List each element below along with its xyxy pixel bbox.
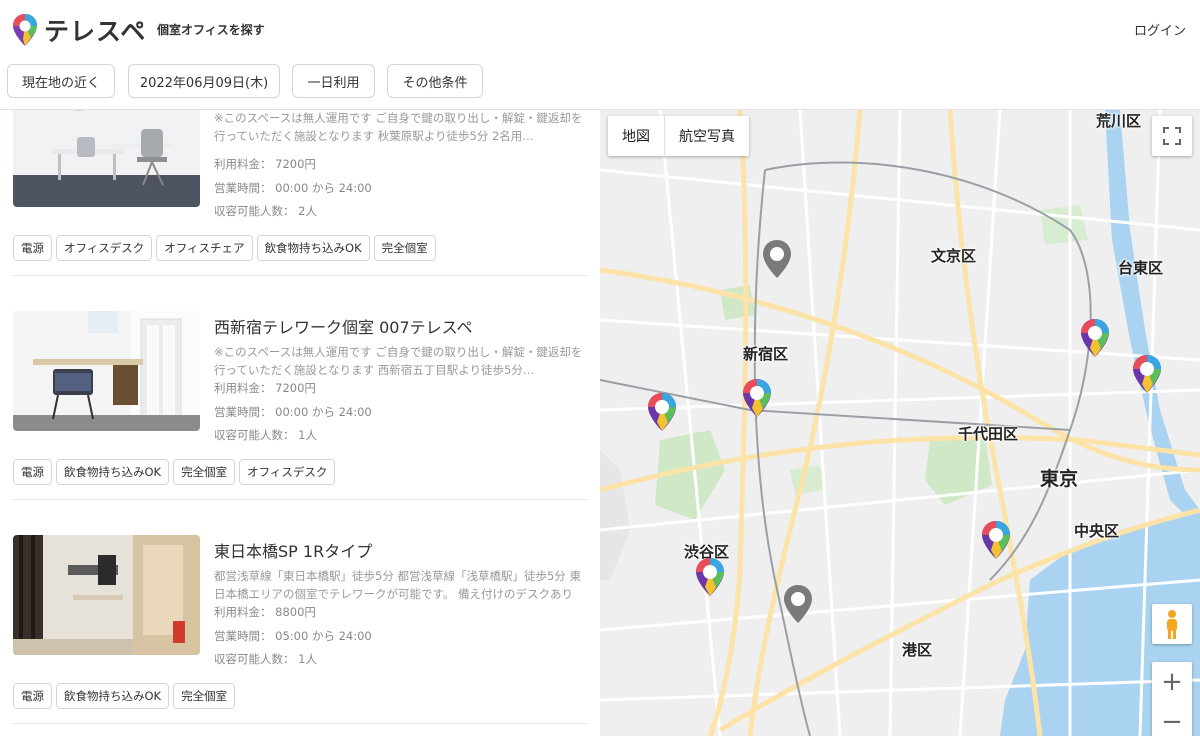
listing-price: 利用料金： 8800円 <box>214 605 316 619</box>
zoom-in-button[interactable]: + <box>1152 662 1192 702</box>
tag-private-room: 完全個室 <box>173 459 236 485</box>
office-map-pin[interactable] <box>742 378 772 418</box>
ward-label: 台東区 <box>1118 259 1164 277</box>
map[interactable]: 荒川区 文京区 台東区 新宿区 千代田区 東京 中央区 渋谷区 港区 地図 航空… <box>600 110 1200 736</box>
listing-title[interactable]: 東日本橋SP 1Rタイプ <box>214 538 372 562</box>
ward-label: 東京 <box>1040 468 1079 490</box>
listing-tags: 電源 飲食物持ち込みOK 完全個室 オフィスデスク <box>13 459 336 485</box>
listing-photo[interactable] <box>13 110 200 207</box>
listing-capacity: 収容可能人数： 1人 <box>214 652 317 666</box>
login-link[interactable]: ログイン <box>1134 20 1186 39</box>
listing-description: ※このスペースは無人運用です ご自身で鍵の取り出し・解錠・鍵返却を行っていただく… <box>214 111 583 143</box>
divider <box>13 499 587 500</box>
listing-photo[interactable] <box>13 535 200 655</box>
ward-label: 文京区 <box>931 247 977 265</box>
office-map-pin[interactable] <box>981 520 1011 560</box>
listing-photo[interactable] <box>13 311 200 431</box>
listing-hours: 営業時間： 05:00 から 24:00 <box>214 629 372 643</box>
tag-food-ok: 飲食物持ち込みOK <box>56 459 170 485</box>
zoom-out-button[interactable]: − <box>1152 702 1192 736</box>
other-conditions-button[interactable]: その他条件 <box>387 64 483 98</box>
find-private-office-link[interactable]: 個室オフィスを探す <box>157 21 265 38</box>
usage-filter-button[interactable]: 一日利用 <box>292 64 375 98</box>
office-map-pin[interactable] <box>1080 318 1110 358</box>
listing-description: 都営浅草線「東日本橋駅」徒歩5分 都営浅草線「浅草橋駅」徒歩5分 東日本橋エリア… <box>214 569 581 601</box>
office-map-pin[interactable] <box>695 557 725 597</box>
map-type-roadmap-button[interactable]: 地図 <box>608 116 664 156</box>
office-map-pin[interactable] <box>647 392 677 432</box>
logo[interactable]: テレスペ <box>12 12 146 48</box>
fullscreen-icon <box>1163 127 1181 145</box>
filter-bar: 現在地の近く 2022年06月09日(木) 一日利用 その他条件 <box>0 58 1200 110</box>
tag-food-ok: 飲食物持ち込みOK <box>256 235 370 261</box>
ward-label: 千代田区 <box>958 425 1019 443</box>
map-canvas[interactable] <box>600 110 1200 736</box>
gray-map-pin[interactable] <box>783 584 813 624</box>
fullscreen-button[interactable] <box>1152 116 1192 156</box>
tag-private-room: 完全個室 <box>373 235 436 261</box>
office-map-pin[interactable] <box>1132 354 1162 394</box>
listing-panel: ※このスペースは無人運用です ご自身で鍵の取り出し・解錠・鍵返却を行っていただく… <box>0 110 600 736</box>
tag-private-room: 完全個室 <box>173 683 236 709</box>
divider <box>13 275 587 276</box>
ward-label: 港区 <box>902 641 933 659</box>
ward-label: 新宿区 <box>743 345 789 363</box>
gray-map-pin[interactable] <box>762 239 792 279</box>
listing-hours: 営業時間： 00:00 から 24:00 <box>214 405 372 419</box>
listing-price: 利用料金： 7200円 <box>214 157 316 171</box>
listing-capacity: 収容可能人数： 1人 <box>214 428 317 442</box>
tag-power: 電源 <box>13 683 52 709</box>
nearby-filter-button[interactable]: 現在地の近く <box>7 64 115 98</box>
map-type-control: 地図 航空写真 <box>608 116 749 156</box>
logo-pin-icon <box>13 14 37 46</box>
tag-power: 電源 <box>13 235 52 261</box>
listing-price: 利用料金： 7200円 <box>214 381 316 395</box>
ward-label: 中央区 <box>1074 522 1120 540</box>
logo-text: テレスペ <box>44 17 147 46</box>
header: テレスペ 個室オフィスを探す ログイン <box>0 0 1200 58</box>
listing-capacity: 収容可能人数： 2人 <box>214 204 317 218</box>
ward-label: 荒川区 <box>1096 112 1142 130</box>
tag-office-chair: オフィスチェア <box>156 235 253 261</box>
listing-card[interactable]: 西新宿テレワーク個室 007テレスペ ※このスペースは無人運用です ご自身で鍵の… <box>13 300 587 500</box>
listing-card[interactable]: ※このスペースは無人運用です ご自身で鍵の取り出し・解錠・鍵返却を行っていただく… <box>13 110 587 276</box>
listing-hours: 営業時間： 00:00 から 24:00 <box>214 181 372 195</box>
listing-card[interactable]: 東日本橋SP 1Rタイプ 都営浅草線「東日本橋駅」徒歩5分 都営浅草線「浅草橋駅… <box>13 524 587 724</box>
map-type-satellite-button[interactable]: 航空写真 <box>665 116 749 156</box>
tag-office-desk: オフィスデスク <box>56 235 153 261</box>
listing-title[interactable]: 西新宿テレワーク個室 007テレスペ <box>214 314 473 338</box>
street-view-button[interactable] <box>1152 604 1192 644</box>
zoom-control: + − <box>1152 662 1192 736</box>
listing-tags: 電源 オフィスデスク オフィスチェア 飲食物持ち込みOK 完全個室 <box>13 235 436 261</box>
tag-power: 電源 <box>13 459 52 485</box>
date-filter-button[interactable]: 2022年06月09日(木) <box>128 64 280 98</box>
listing-tags: 電源 飲食物持ち込みOK 完全個室 <box>13 683 236 709</box>
tag-food-ok: 飲食物持ち込みOK <box>56 683 170 709</box>
pegman-icon <box>1167 610 1177 639</box>
divider <box>13 723 587 724</box>
tag-office-desk: オフィスデスク <box>239 459 336 485</box>
listing-description: ※このスペースは無人運用です ご自身で鍵の取り出し・解錠・鍵返却を行っていただく… <box>214 345 583 377</box>
